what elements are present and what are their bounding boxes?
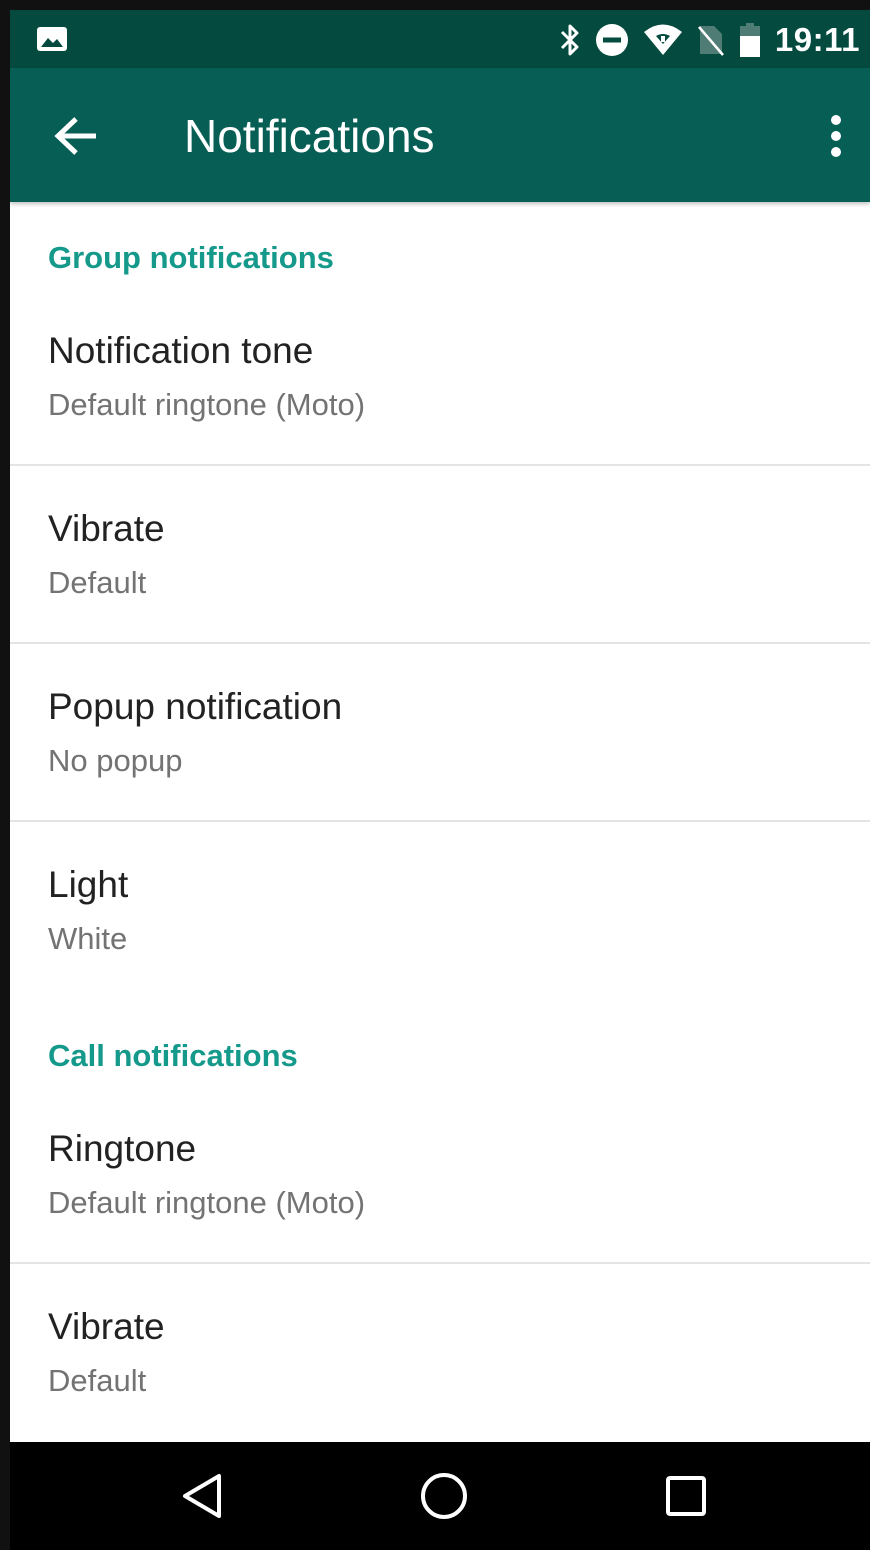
arrow-left-icon (54, 117, 96, 155)
divider (10, 642, 870, 644)
back-button[interactable] (46, 106, 106, 166)
page-title: Notifications (184, 110, 435, 162)
pref-group-vibrate[interactable]: Vibrate Default (10, 490, 870, 640)
status-bar: 19:11 (10, 10, 870, 68)
bluetooth-icon (560, 24, 579, 56)
pref-call-vibrate[interactable]: Vibrate Default (10, 1288, 870, 1438)
recents-square-icon (666, 1476, 706, 1516)
image-icon (37, 27, 67, 51)
more-vertical-icon (831, 115, 841, 157)
pref-summary: White (48, 921, 128, 956)
phone-screen: 19:11 Notifications Group notifications … (0, 0, 870, 1550)
pref-title: Vibrate (48, 508, 165, 549)
nav-recents-button[interactable] (656, 1466, 716, 1526)
wifi-icon (643, 24, 682, 55)
pref-title: Notification tone (48, 330, 314, 371)
pref-summary: Default (48, 565, 147, 600)
nav-home-button[interactable] (414, 1466, 474, 1526)
pref-summary: Default ringtone (Moto) (48, 1185, 366, 1220)
home-circle-icon (421, 1473, 467, 1519)
pref-summary: Default ringtone (Moto) (48, 387, 366, 422)
divider (10, 1262, 870, 1264)
divider (10, 464, 870, 466)
overflow-menu-button[interactable] (816, 108, 856, 164)
divider (10, 820, 870, 822)
app-bar: Notifications (10, 68, 870, 202)
back-triangle-icon (183, 1474, 221, 1518)
section-header-group: Group notifications (48, 240, 334, 275)
pref-notification-tone[interactable]: Notification tone Default ringtone (Moto… (10, 312, 870, 462)
pref-title: Ringtone (48, 1128, 197, 1169)
pref-light[interactable]: Light White (10, 846, 870, 996)
nav-back-button[interactable] (172, 1466, 232, 1526)
navigation-bar (10, 1442, 870, 1550)
pref-title: Light (48, 864, 129, 905)
pref-summary: Default (48, 1363, 147, 1398)
pref-title: Popup notification (48, 686, 343, 727)
section-header-call: Call notifications (48, 1038, 298, 1073)
battery-icon (739, 23, 760, 57)
pref-ringtone[interactable]: Ringtone Default ringtone (Moto) (10, 1110, 870, 1260)
status-icons: 19:11 (559, 20, 860, 60)
no-sim-icon (697, 26, 724, 56)
pref-title: Vibrate (48, 1306, 165, 1347)
status-time: 19:11 (774, 21, 860, 58)
pref-summary: No popup (48, 743, 183, 778)
pref-popup-notification[interactable]: Popup notification No popup (10, 668, 870, 818)
do-not-disturb-icon (595, 24, 628, 56)
